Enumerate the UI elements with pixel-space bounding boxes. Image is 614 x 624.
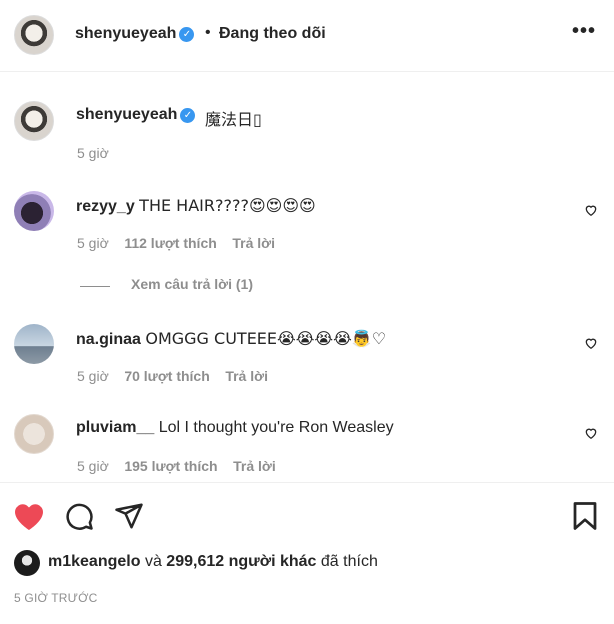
comment-icon[interactable]	[64, 501, 94, 531]
comment-username[interactable]: rezyy_y	[76, 198, 135, 215]
comment-time[interactable]: 5 giờ	[77, 235, 109, 251]
likes-summary: m1keangelo và 299,612 người khác đã thíc…	[48, 553, 378, 571]
view-replies-button[interactable]: Xem câu trả lời (1)	[131, 276, 253, 292]
comment-time[interactable]: 5 giờ	[77, 368, 109, 384]
author-username[interactable]: shenyueyeah ✓	[75, 25, 195, 43]
author-avatar[interactable]	[14, 15, 54, 55]
comment-like-icon[interactable]	[584, 336, 598, 350]
likes-count[interactable]: 299,612 người khác	[166, 553, 316, 570]
comment-avatar[interactable]	[14, 414, 54, 454]
reply-button[interactable]: Trả lời	[233, 458, 276, 474]
comment-meta: 5 giờ 112 lượt thích Trả lời	[77, 235, 275, 251]
liker-avatar[interactable]	[14, 550, 40, 576]
reply-button[interactable]: Trả lời	[232, 235, 275, 251]
comment-likes[interactable]: 195 lượt thích	[124, 458, 217, 474]
caption-time[interactable]: 5 giờ	[77, 145, 109, 161]
send-icon[interactable]	[114, 501, 144, 531]
comment-body: na.ginaa OMGGG CUTEEE😭😭😭😭👼♡	[76, 329, 386, 349]
comment-meta: 5 giờ 195 lượt thích Trả lời	[77, 458, 276, 474]
likes-connector: và	[144, 553, 162, 570]
comment-likes[interactable]: 112 lượt thích	[124, 235, 216, 251]
reply-button[interactable]: Trả lời	[225, 368, 268, 384]
comment-text: Lol I thought you're Ron Weasley	[158, 419, 394, 436]
comment-body: rezyy_y THE HAIR????😍😍😍😍	[76, 196, 316, 216]
comment-text: OMGGG CUTEEE😭😭😭😭👼♡	[145, 329, 387, 348]
actions-divider	[0, 482, 614, 483]
comment-avatar[interactable]	[14, 324, 54, 364]
comment-avatar[interactable]	[14, 191, 54, 231]
comment-username[interactable]: na.ginaa	[76, 331, 141, 348]
caption-avatar[interactable]	[14, 101, 54, 141]
liker-username[interactable]: m1keangelo	[48, 553, 140, 570]
caption-text: 魔法日▯	[205, 110, 262, 129]
post-timestamp[interactable]: 5 GIỜ TRƯỚC	[14, 591, 97, 605]
more-options-icon[interactable]: •••	[572, 20, 596, 43]
comment-username[interactable]: pluviam__	[76, 419, 154, 436]
likes-suffix: đã thích	[320, 553, 378, 570]
comment-like-icon[interactable]	[584, 426, 598, 440]
comment-likes[interactable]: 70 lượt thích	[124, 368, 209, 384]
comment-text: THE HAIR????😍😍😍😍	[139, 196, 316, 215]
heart-filled-icon[interactable]	[13, 501, 45, 531]
replies-divider	[80, 286, 110, 287]
comment-like-icon[interactable]	[584, 203, 598, 217]
caption-username[interactable]: shenyueyeah ✓	[76, 106, 196, 124]
post-header: shenyueyeah ✓ • Đang theo dõi •••	[0, 0, 614, 72]
bookmark-icon[interactable]	[571, 501, 599, 531]
verified-badge-icon: ✓	[179, 27, 195, 42]
separator-dot: •	[205, 24, 211, 41]
verified-badge-icon: ✓	[180, 108, 196, 123]
following-button[interactable]: Đang theo dõi	[219, 25, 326, 43]
comment-meta: 5 giờ 70 lượt thích Trả lời	[77, 368, 268, 384]
comment-body: pluviam__ Lol I thought you're Ron Weasl…	[76, 419, 394, 437]
comment-time[interactable]: 5 giờ	[77, 458, 109, 474]
